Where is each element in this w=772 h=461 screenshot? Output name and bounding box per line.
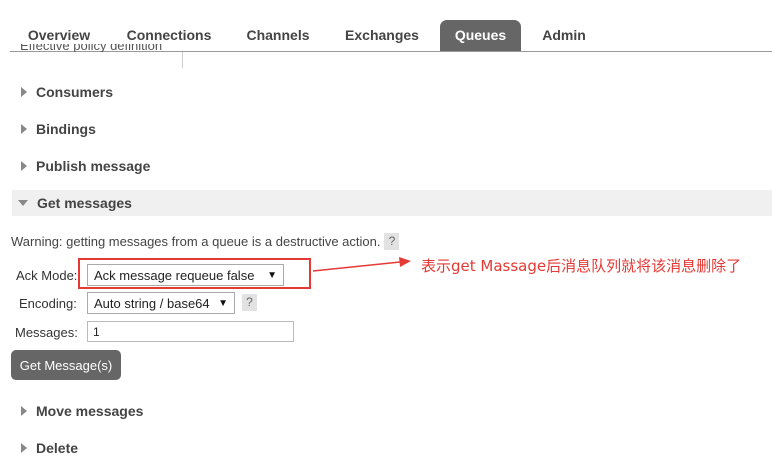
annotation-arrow-icon xyxy=(312,257,411,272)
section-label: Move messages xyxy=(36,403,144,419)
expand-arrow-icon xyxy=(21,406,27,416)
annotation-text: 表示get Massage后消息队列就将该消息删除了 xyxy=(421,257,742,275)
section-move-messages[interactable]: Move messages xyxy=(12,398,772,424)
expand-arrow-icon xyxy=(21,443,27,453)
section-label: Delete xyxy=(36,440,79,456)
section-delete[interactable]: Delete xyxy=(12,435,772,461)
